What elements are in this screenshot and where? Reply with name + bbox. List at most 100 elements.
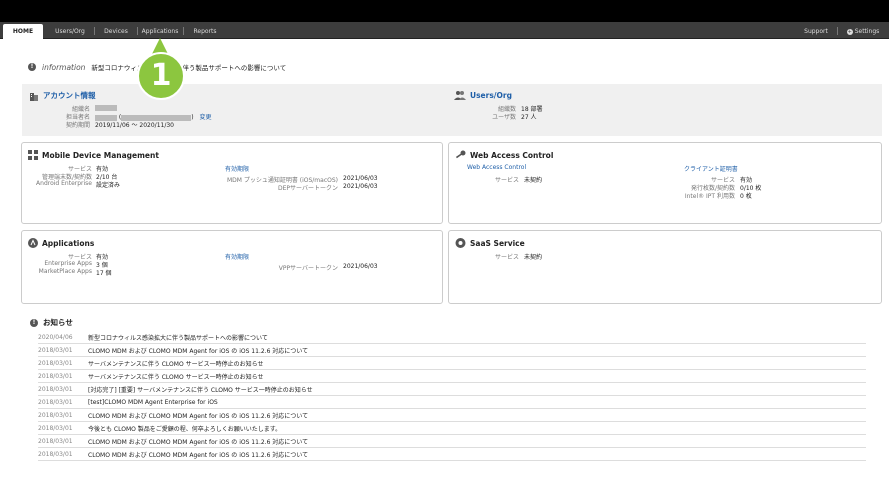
- news-item[interactable]: 2018/03/01 [対応完了] [重要] サーバメンテナンスに伴う CLOMO…: [38, 383, 866, 396]
- news-item[interactable]: 2018/03/01 今後とも CLOMO 製品をご愛顧の程、何卒よろしくお願いい…: [38, 422, 866, 435]
- settings-label: Settings: [854, 28, 880, 35]
- mdm-title[interactable]: Mobile Device Management: [28, 150, 159, 160]
- android-enterprise-label: Android Enterprise: [36, 180, 92, 187]
- mdm-push-cert-value: 2021/06/03: [343, 175, 378, 182]
- marketplace-apps-label: MarketPlace Apps: [38, 268, 92, 275]
- app-store-icon: [28, 238, 38, 248]
- news-item[interactable]: 2018/03/01 [test]CLOMO MDM Agent Enterpri…: [38, 396, 866, 409]
- news-text: 新型コロナウィルス感染拡大に伴う製品サポートへの影響について: [88, 334, 268, 342]
- news-date: 2018/03/01: [38, 424, 73, 432]
- intel-ipt-label: Intel® IPT 利用数: [684, 193, 735, 200]
- news-item[interactable]: 2018/03/01 サーバメンテナンスに伴う CLOMO サービス一時停止のお知…: [38, 370, 866, 383]
- news-date: 2020/04/06: [38, 333, 73, 341]
- applications-title[interactable]: Applications: [28, 238, 94, 248]
- main-nav: HOME Users/Org Devices Applications Repo…: [0, 22, 889, 39]
- news-text: [test]CLOMO MDM Agent Enterprise for iOS: [88, 398, 218, 406]
- dep-token-label: DEPサーバートークン: [278, 185, 338, 192]
- vpp-token-label: VPPサーバートークン: [278, 265, 338, 272]
- support-link[interactable]: Support: [800, 24, 832, 39]
- news-text: CLOMO MDM および CLOMO MDM Agent for iOS の …: [88, 451, 309, 459]
- change-contact-link[interactable]: 変更: [200, 114, 212, 121]
- saas-title[interactable]: SaaS Service: [455, 238, 525, 248]
- users-org-title[interactable]: Users/Org: [454, 90, 512, 100]
- tab-home[interactable]: HOME: [3, 24, 43, 39]
- tab-reports[interactable]: Reports: [187, 24, 223, 39]
- wac-title[interactable]: Web Access Control: [455, 150, 553, 160]
- nav-divider: [183, 27, 184, 35]
- info-icon: !: [28, 63, 36, 71]
- user-count-value: 27 人: [521, 114, 537, 121]
- vpp-token-value: 2021/06/03: [343, 263, 378, 270]
- tab-devices[interactable]: Devices: [97, 24, 135, 39]
- news-list: 2020/04/06 新型コロナウィルス感染拡大に伴う製品サポートへの影響について…: [38, 331, 866, 461]
- cloud-icon: [455, 238, 466, 248]
- news-text: CLOMO MDM および CLOMO MDM Agent for iOS の …: [88, 412, 309, 420]
- news-text: サーバメンテナンスに伴う CLOMO サービス一時停止のお知らせ: [88, 360, 264, 368]
- redacted-block: [95, 104, 117, 111]
- grid-icon: [28, 150, 38, 160]
- news-item[interactable]: 2018/03/01 CLOMO MDM および CLOMO MDM Agent …: [38, 344, 866, 357]
- applications-card: Applications 有効期限 サービス 有効 Enterprise App…: [21, 230, 443, 304]
- news-item[interactable]: 2018/03/01 CLOMO MDM および CLOMO MDM Agent …: [38, 409, 866, 422]
- news-item[interactable]: 2020/04/06 新型コロナウィルス感染拡大に伴う製品サポートへの影響について: [38, 331, 866, 344]
- saas-service-label: サービス: [494, 254, 519, 261]
- news-item[interactable]: 2018/03/01 CLOMO MDM および CLOMO MDM Agent …: [38, 448, 866, 461]
- news-item[interactable]: 2018/03/01 CLOMO MDM および CLOMO MDM Agent …: [38, 435, 866, 448]
- saas-title-label: SaaS Service: [470, 238, 525, 248]
- nav-divider: [137, 27, 138, 35]
- account-info-title[interactable]: アカウント情報: [29, 90, 96, 101]
- news-date: 2018/03/01: [38, 372, 73, 380]
- dep-token-value: 2021/06/03: [343, 183, 378, 190]
- users-icon: [454, 91, 466, 100]
- mdm-expiry-heading: 有効期限: [225, 166, 250, 173]
- tab-users-org[interactable]: Users/Org: [48, 24, 92, 39]
- home-page: ! information 新型コロナウィルス感染拡大に伴う製品サポートへの影響…: [0, 39, 889, 500]
- applications-title-label: Applications: [42, 238, 95, 248]
- wac-service-label: サービス: [494, 177, 519, 184]
- key-icon: [455, 150, 466, 159]
- news-date: 2018/03/01: [38, 450, 73, 458]
- news-date: 2018/03/01: [38, 398, 73, 406]
- information-label: information: [42, 62, 86, 72]
- notice-icon: !: [30, 318, 38, 327]
- contract-period-label: 契約期間: [65, 122, 90, 129]
- mdm-card: Mobile Device Management 有効期限 サービス 有効 管理…: [21, 142, 443, 224]
- news-text: 今後とも CLOMO 製品をご愛顧の程、何卒よろしくお願いいたします。: [88, 425, 282, 433]
- wac-sub-heading: Web Access Control: [467, 164, 527, 171]
- information-link[interactable]: 新型コロナウィルス感染拡大に伴う製品サポートへの影響について: [91, 62, 286, 72]
- news-date: 2018/03/01: [38, 385, 73, 393]
- news-text: [対応完了] [重要] サーバメンテナンスに伴う CLOMO サービス一時停止の…: [88, 386, 313, 394]
- news-text: サーバメンテナンスに伴う CLOMO サービス一時停止のお知らせ: [88, 373, 264, 381]
- saas-service-value: 未契約: [524, 254, 543, 261]
- news-date: 2018/03/01: [38, 437, 73, 445]
- tab-applications[interactable]: Applications: [140, 24, 180, 39]
- gear-icon: +: [846, 28, 853, 35]
- building-icon: [30, 92, 38, 101]
- intel-ipt-value: 0 枚: [740, 193, 752, 200]
- user-count-label: ユーザ数: [492, 114, 516, 121]
- nav-divider: [837, 27, 838, 35]
- settings-link[interactable]: + Settings: [843, 24, 883, 39]
- account-info-label: アカウント情報: [43, 91, 96, 100]
- nav-divider: [94, 27, 95, 35]
- step-callout-badge: 1: [137, 52, 185, 100]
- wac-title-label: Web Access Control: [470, 150, 554, 160]
- news-heading: ! お知らせ: [30, 317, 73, 328]
- enterprise-apps-label: Enterprise Apps: [44, 260, 92, 267]
- redacted-paren: ): [191, 114, 194, 121]
- wac-service-value: 未契約: [524, 177, 543, 184]
- mdm-title-label: Mobile Device Management: [42, 150, 159, 160]
- news-date: 2018/03/01: [38, 346, 73, 354]
- web-access-control-card: Web Access Control Web Access Control サー…: [448, 142, 882, 224]
- news-date: 2018/03/01: [38, 359, 73, 367]
- news-heading-label: お知らせ: [43, 318, 73, 327]
- news-text: CLOMO MDM および CLOMO MDM Agent for iOS の …: [88, 438, 309, 446]
- news-item[interactable]: 2018/03/01 サーバメンテナンスに伴う CLOMO サービス一時停止のお知…: [38, 357, 866, 370]
- org-name-value: [95, 104, 117, 111]
- apps-expiry-heading: 有効期限: [225, 254, 250, 261]
- marketplace-apps-value: 17 個: [96, 270, 112, 277]
- saas-service-card: SaaS Service サービス 未契約: [448, 230, 882, 304]
- android-enterprise-value: 設定済み: [96, 182, 121, 189]
- client-cert-heading: クライアント証明書: [684, 166, 738, 173]
- contract-period-value: 2019/11/06 〜 2020/11/30: [95, 122, 174, 129]
